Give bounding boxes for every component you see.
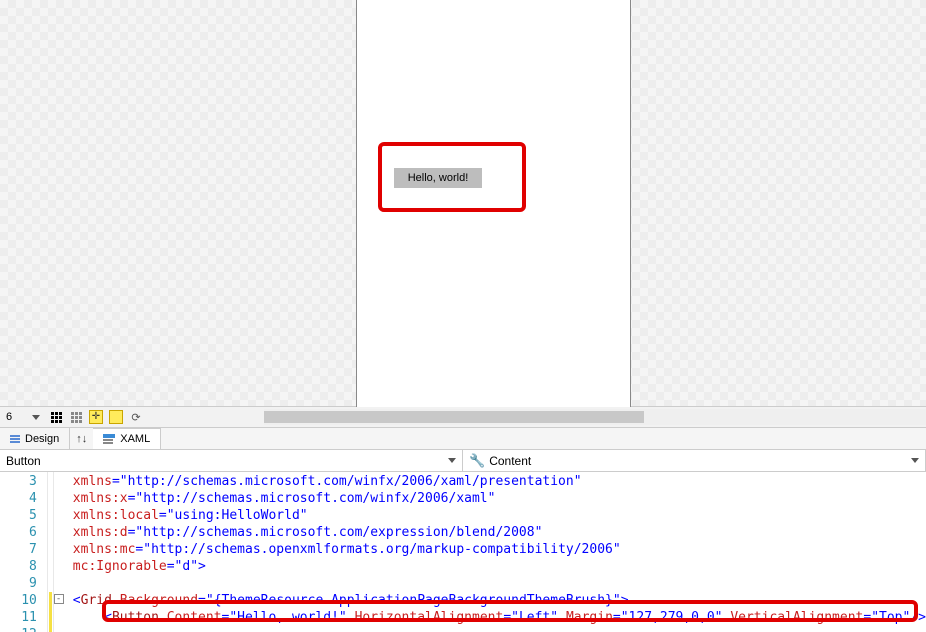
zoom-level[interactable]: 6 [4, 411, 28, 423]
line-number-gutter: 3 4 5 6 7 8 9 10 11 12 [0, 472, 48, 632]
property-dropdown[interactable]: 🔧 Content [463, 450, 926, 471]
xaml-tab-icon [103, 434, 115, 444]
property-dropdown-value: Content [489, 454, 531, 468]
modified-lines-marker [49, 592, 52, 632]
zoom-dropdown-chevron-icon[interactable] [32, 415, 40, 420]
wrench-icon: 🔧 [469, 453, 485, 469]
xaml-navigator-bar: Button 🔧 Content [0, 450, 926, 472]
tab-xaml-label: XAML [120, 433, 150, 445]
grid-sparse-icon[interactable] [68, 409, 84, 425]
design-tab-icon [10, 435, 20, 443]
code-text[interactable]: xmlns="http://schemas.microsoft.com/winf… [67, 472, 926, 632]
tab-design[interactable]: Design [0, 428, 70, 449]
tab-design-label: Design [25, 433, 59, 445]
designer-surface[interactable]: Hello, world! [0, 0, 926, 407]
element-dropdown-value: Button [6, 454, 41, 468]
artboard[interactable]: Hello, world! [356, 0, 631, 407]
tab-xaml[interactable]: XAML [93, 428, 161, 449]
designer-horizontal-scrollbar[interactable] [264, 409, 926, 425]
element-dropdown[interactable]: Button [0, 450, 463, 471]
chevron-down-icon [448, 458, 456, 463]
chevron-down-icon [911, 458, 919, 463]
designer-horizontal-scrollbar-thumb[interactable] [264, 411, 644, 423]
fold-toggle-icon[interactable]: - [54, 594, 64, 604]
snap-settings-icon[interactable] [108, 409, 124, 425]
refresh-icon[interactable]: ⟳ [128, 409, 144, 425]
outlining-margin: - [54, 472, 67, 632]
swap-panes-icon[interactable]: ↑↓ [70, 433, 93, 445]
design-hello-button[interactable]: Hello, world! [394, 168, 482, 188]
snap-target-icon[interactable]: ✛ [88, 409, 104, 425]
xaml-code-editor[interactable]: 3 4 5 6 7 8 9 10 11 12 - xmlns="http://s… [0, 472, 926, 632]
designer-code-tabs: Design ↑↓ XAML [0, 428, 926, 450]
grid-dense-icon[interactable] [48, 409, 64, 425]
